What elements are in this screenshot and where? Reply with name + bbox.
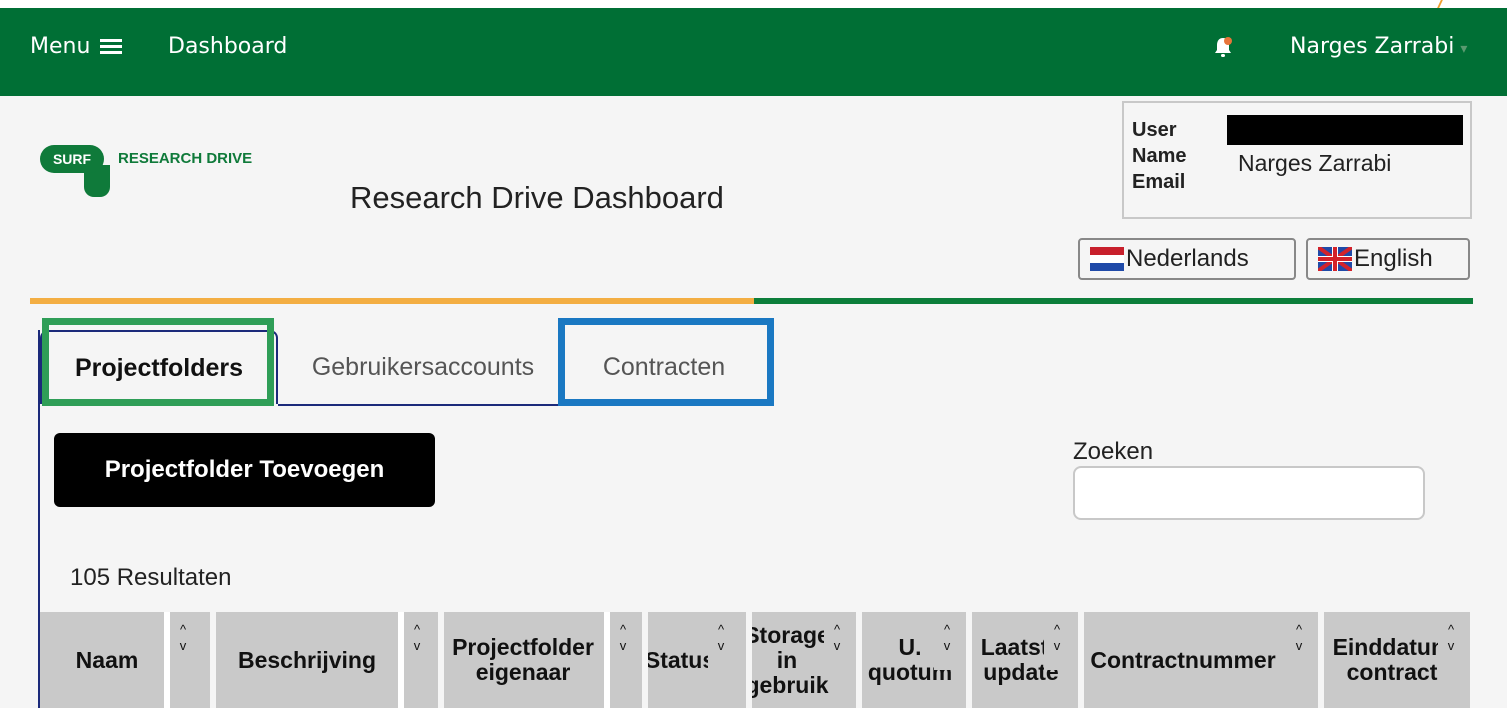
search-input[interactable] [1073, 466, 1425, 520]
dashboard-link[interactable]: Dashboard [168, 34, 287, 59]
caret-down-icon: ▾ [1460, 41, 1468, 57]
tab-contracten[interactable]: Contracten [566, 330, 762, 404]
column-header-laatste-update[interactable]: Laatste update ^ v [972, 612, 1078, 708]
redacted-user-id [1227, 115, 1463, 145]
column-header-beschrijving[interactable]: Beschrijving ^ v [216, 612, 438, 708]
flag-uk-icon [1318, 247, 1352, 271]
search-label: Zoeken [1073, 438, 1154, 465]
tab-projectfolders[interactable]: Projectfolders [40, 330, 278, 404]
logo-mark: SURF [40, 145, 104, 173]
language-english-button[interactable]: English [1306, 238, 1470, 280]
sort-icon[interactable]: ^ v [1044, 622, 1070, 670]
sort-icon[interactable]: ^ v [1286, 622, 1312, 670]
menu-button[interactable]: Menu [30, 34, 123, 59]
sort-icon[interactable]: ^ v [610, 622, 636, 670]
name-label: Name [1132, 145, 1187, 167]
results-count: 105 Resultaten [70, 564, 232, 591]
hamburger-icon [100, 38, 123, 55]
column-header-projectfolder-eigenaar[interactable]: Projectfolder eigenaar ^ v [444, 612, 642, 708]
top-navigation-bar: Menu Dashboard Narges Zarrabi ▾ [0, 0, 1507, 96]
sort-icon[interactable]: ^ v [404, 622, 430, 670]
user-menu-name: Narges Zarrabi [1290, 34, 1455, 59]
top-strip [0, 0, 1507, 8]
language-english-label: English [1354, 245, 1433, 272]
email-label: Email [1132, 171, 1186, 193]
sort-icon[interactable]: ^ v [1438, 622, 1464, 670]
column-header-naam[interactable]: Naam ^ v [40, 612, 210, 708]
sort-icon[interactable]: ^ v [170, 622, 196, 670]
user-info-box: User Name Email Narges Zarrabi [1122, 101, 1472, 219]
column-header-u-quotum[interactable]: U. quotum ^ v [862, 612, 966, 708]
sort-icon[interactable]: ^ v [934, 622, 960, 670]
sort-icon[interactable]: ^ v [824, 622, 850, 670]
column-header-label: Contractnummer [1090, 646, 1276, 673]
column-header-storage-in-gebruik[interactable]: Storage in gebruik ^ v [752, 612, 856, 708]
tab-underline [278, 404, 763, 406]
column-header-status[interactable]: Status ^ v [648, 612, 746, 708]
language-nederlands-label: Nederlands [1126, 245, 1249, 272]
column-header-einddatum-contract[interactable]: Einddatum contract ^ v [1324, 612, 1470, 708]
language-nederlands-button[interactable]: Nederlands [1078, 238, 1296, 280]
column-header-contractnummer[interactable]: Contractnummer ^ v [1084, 612, 1318, 708]
logo-text: RESEARCH DRIVE [118, 150, 253, 167]
divider-orange [30, 298, 754, 304]
user-label: User [1132, 119, 1177, 141]
sort-icon[interactable]: ^ v [708, 622, 734, 670]
name-value: Narges Zarrabi [1238, 150, 1392, 176]
user-menu[interactable]: Narges Zarrabi ▾ [1290, 34, 1467, 59]
divider-green [754, 298, 1473, 304]
flag-nl-icon [1090, 247, 1124, 271]
page-title: Research Drive Dashboard [350, 180, 724, 215]
menu-label: Menu [30, 34, 91, 59]
bell-icon[interactable] [1213, 36, 1233, 58]
tab-gebruikersaccounts[interactable]: Gebruikersaccounts [288, 330, 558, 404]
add-projectfolder-button[interactable]: Projectfolder Toevoegen [54, 433, 435, 507]
